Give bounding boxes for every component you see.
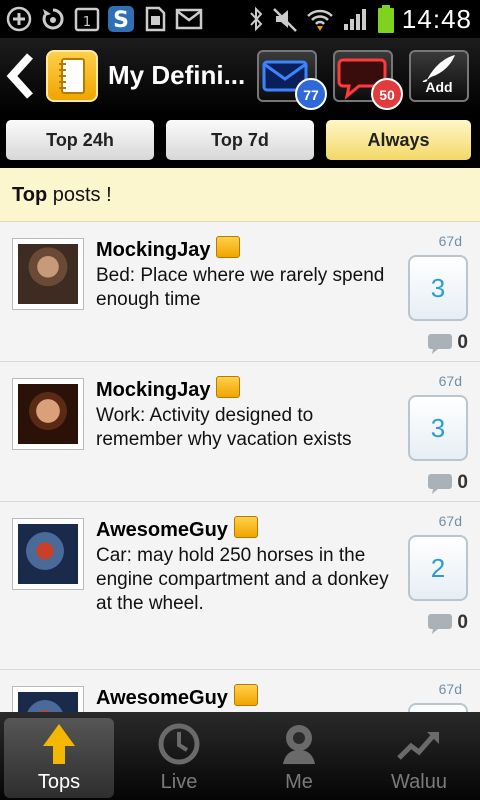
- tab-always[interactable]: Always: [326, 120, 471, 160]
- nav-me-label: Me: [285, 771, 313, 793]
- messages-count-badge: 77: [295, 78, 327, 110]
- user-icon: [283, 725, 315, 764]
- avatar[interactable]: [12, 518, 84, 590]
- post-author-name[interactable]: MockingJay: [96, 239, 210, 261]
- post-text: Work: Activity designed to remember why …: [96, 405, 352, 450]
- messages-button[interactable]: 77: [257, 50, 327, 110]
- author-badge-icon: [216, 236, 241, 258]
- bluetooth-icon: [250, 6, 263, 32]
- nav-me[interactable]: Me: [244, 718, 354, 798]
- section-header-rest: posts !: [47, 184, 112, 206]
- author-badge-icon: [233, 684, 258, 706]
- post-author-name[interactable]: AwesomeGuy: [96, 687, 228, 709]
- vote-button[interactable]: 3: [408, 395, 468, 461]
- comment-count-value: 0: [457, 472, 468, 493]
- avatar[interactable]: [12, 686, 84, 712]
- quill-icon: [422, 55, 455, 83]
- app-logo: [46, 50, 98, 102]
- post-age: 67d: [438, 513, 462, 529]
- avatar[interactable]: [12, 378, 84, 450]
- tab-top-24h[interactable]: Top 24h: [6, 120, 154, 160]
- wifi-icon: [307, 9, 333, 31]
- section-header-strong: Top: [12, 184, 48, 206]
- status-bar: 1 S 14:48: [0, 0, 480, 38]
- post-text: Bed: Place where we rarely spend enough …: [96, 265, 385, 310]
- post-text: Car: may hold 250 horses in the engine c…: [96, 545, 389, 614]
- section-header: Top posts !: [0, 168, 480, 222]
- author-badge-icon: [233, 516, 258, 538]
- sim-card-icon: [140, 4, 170, 34]
- calendar-icon: 1: [72, 4, 102, 34]
- nav-tops-label: Tops: [37, 771, 81, 793]
- notebook-icon: [59, 58, 85, 94]
- post-age: 67d: [438, 373, 462, 389]
- post-author[interactable]: MockingJay: [96, 236, 241, 262]
- gmail-icon: [174, 4, 204, 34]
- signal-icon: [343, 9, 366, 30]
- battery-icon: [377, 5, 394, 33]
- comment-count[interactable]: 0: [427, 332, 468, 354]
- add-button[interactable]: Add: [409, 50, 469, 102]
- page-title: My Defini...: [108, 60, 246, 90]
- vote-button[interactable]: 2: [408, 535, 468, 601]
- vote-button[interactable]: [408, 703, 468, 712]
- bottom-navigation: Tops Live Me Waluu: [0, 712, 480, 800]
- comment-count[interactable]: 0: [427, 612, 468, 634]
- post-item[interactable]: AwesomeGuy 67d: [0, 670, 480, 712]
- post-age: 67d: [438, 681, 462, 697]
- author-badge-icon: [216, 376, 241, 398]
- nav-tops[interactable]: Tops: [4, 718, 114, 798]
- svg-text:S: S: [113, 8, 129, 33]
- system-icons: 14:48: [248, 4, 472, 34]
- comment-icon: [428, 474, 453, 494]
- back-button[interactable]: [4, 52, 38, 100]
- chat-count-badge: 50: [371, 78, 403, 110]
- comment-icon: [428, 614, 453, 634]
- notification-icons: 1 S: [4, 4, 204, 34]
- clock-icon: [158, 723, 200, 765]
- period-tabs: Top 24h Top 7d Always: [0, 114, 480, 168]
- arrow-up-icon: [43, 724, 75, 764]
- clock: 14:48: [401, 3, 472, 34]
- calendar-day: 1: [83, 15, 91, 30]
- post-author[interactable]: MockingJay: [96, 376, 241, 402]
- post-item[interactable]: AwesomeGuy Car: may hold 250 horses in t…: [0, 502, 480, 670]
- comment-count-value: 0: [457, 612, 468, 633]
- avatar[interactable]: [12, 238, 84, 310]
- comment-count[interactable]: 0: [427, 472, 468, 494]
- nav-waluu[interactable]: Waluu: [364, 718, 474, 798]
- add-icon: [4, 4, 34, 34]
- action-bar: My Defini... 77 50 Add: [0, 38, 480, 114]
- sync-icon: [38, 4, 68, 34]
- trend-icon: [397, 732, 439, 760]
- post-age: 67d: [438, 233, 462, 249]
- nav-live-label: Live: [160, 771, 198, 793]
- tab-top-7d[interactable]: Top 7d: [166, 120, 314, 160]
- mute-icon: [273, 8, 297, 32]
- nav-waluu-label: Waluu: [391, 771, 447, 793]
- swype-icon: S: [106, 4, 136, 34]
- chat-button[interactable]: 50: [333, 50, 403, 110]
- comment-icon: [428, 334, 453, 354]
- posts-list[interactable]: MockingJay Bed: Place where we rarely sp…: [0, 222, 480, 712]
- vote-button[interactable]: 3: [408, 255, 468, 321]
- post-author[interactable]: AwesomeGuy: [96, 516, 258, 542]
- post-item[interactable]: MockingJay Bed: Place where we rarely sp…: [0, 222, 480, 362]
- nav-live[interactable]: Live: [124, 718, 234, 798]
- post-author-name[interactable]: AwesomeGuy: [96, 519, 228, 541]
- add-button-label: Add: [425, 79, 453, 95]
- post-item[interactable]: MockingJay Work: Activity designed to re…: [0, 362, 480, 502]
- comment-count-value: 0: [457, 332, 468, 353]
- post-author[interactable]: AwesomeGuy: [96, 684, 258, 710]
- post-author-name[interactable]: MockingJay: [96, 379, 210, 401]
